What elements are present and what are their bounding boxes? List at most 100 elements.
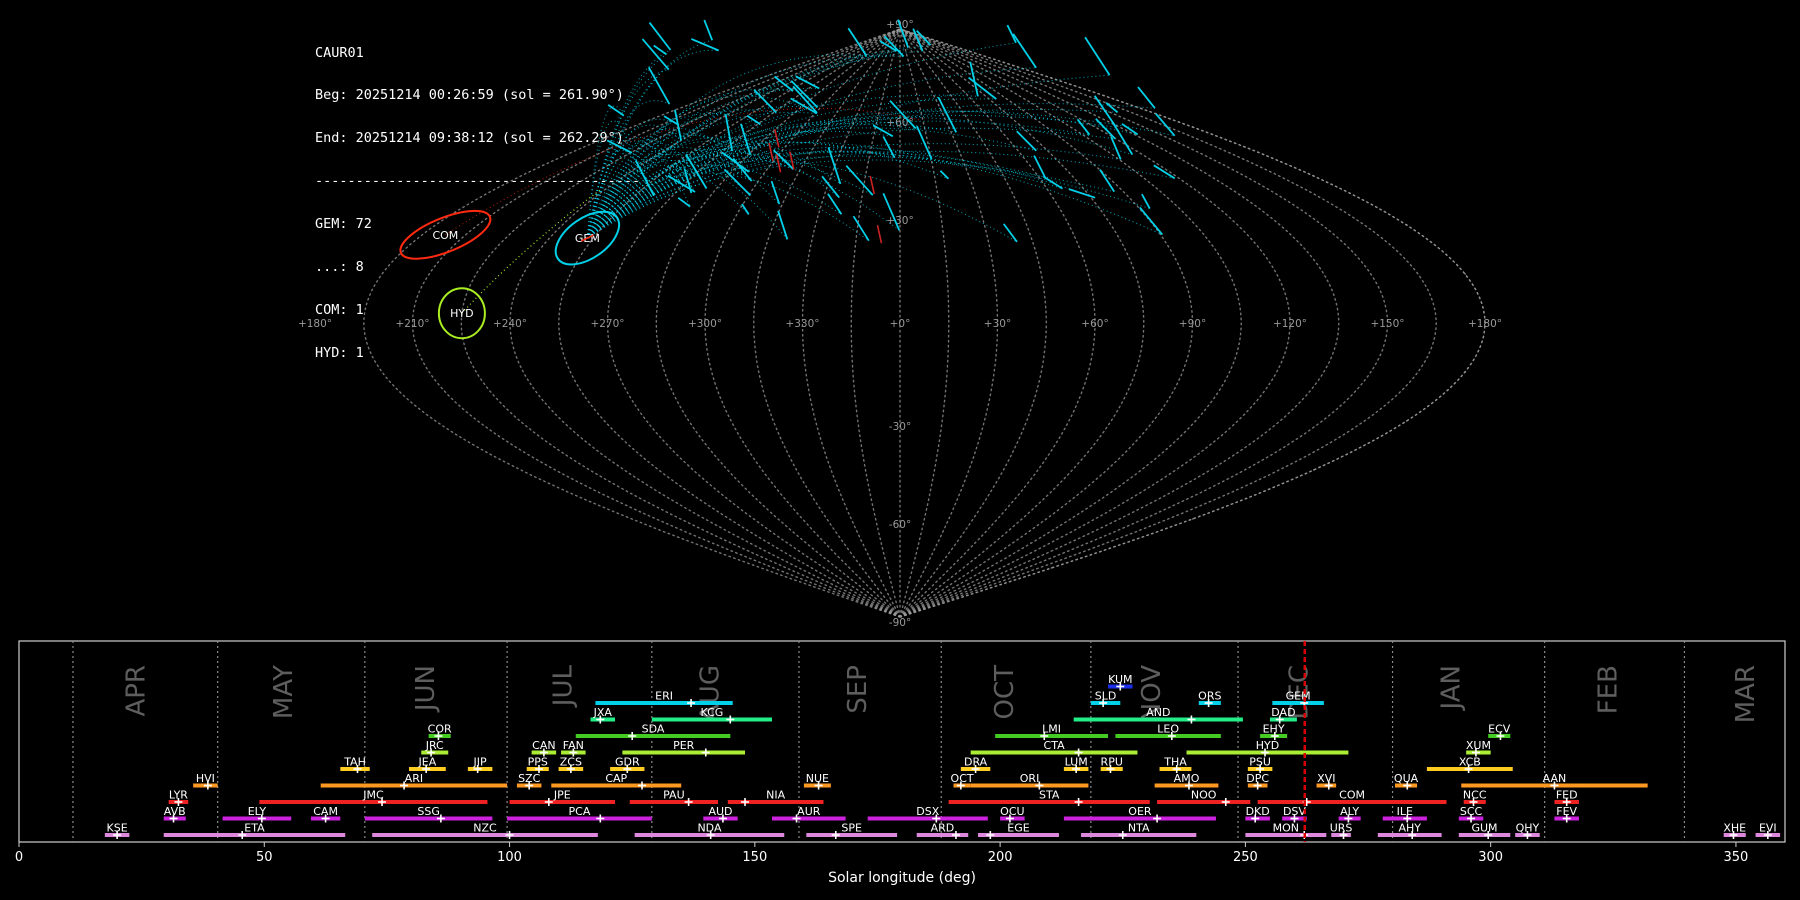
shower-label: NUE [806,772,829,785]
shower-label: SZC [518,772,541,785]
month-label: FEB [1593,665,1623,714]
shower-label: FEV [1556,805,1577,818]
shower-label: JPE [553,789,571,802]
shower-label: HYD [1256,739,1279,752]
shower-label: DRA [964,756,988,769]
shower-label: HVI [196,772,215,785]
shower-label: XVI [1317,772,1335,785]
shower-label: RPU [1101,756,1123,769]
shower-label: LYR [169,789,188,802]
x-tick-label: 250 [1233,850,1258,865]
shower-label: CAP [605,772,627,785]
month-label: MAR [1731,665,1761,723]
shower-label: KUM [1108,673,1132,686]
shower-label: COM [1339,789,1365,802]
month-label: SEP [843,665,873,714]
shower-label: TAH [343,756,366,769]
shower-label: JXA [593,706,613,719]
shower-label: LUM [1065,756,1088,769]
shower-label: JMC [362,789,384,802]
shower-label: DSV [1283,805,1306,818]
shower-timeline: APR MAY JUN JUL AUG SEP OCT NOV DEC JAN FEB MARKUME… [15,640,1786,886]
shower-label: DSX [916,805,939,818]
shower-label: NCC [1463,789,1487,802]
month-label: JAN [1436,665,1466,711]
shower-label: SSG [417,805,440,818]
shower-label: AND [1146,706,1170,719]
shower-label: SDA [642,723,665,736]
x-tick-label: 0 [15,850,23,865]
month-label: JUN [411,665,441,713]
shower-label: PSU [1249,756,1271,769]
x-tick-label: 200 [988,850,1013,865]
shower-label: ELY [248,805,267,818]
shower-label: LEO [1157,723,1179,736]
x-tick-label: 300 [1478,850,1503,865]
x-tick-label: 50 [256,850,273,865]
shower-label: NZC [473,822,497,835]
shower-label: NOO [1191,789,1217,802]
shower-label: SCC [1460,805,1483,818]
shower-label: ETA [244,822,265,835]
shower-label: KCG [700,706,723,719]
shower-label: OCT [951,772,974,785]
shower-label: CAN [532,739,555,752]
shower-label: AUR [797,805,821,818]
shower-label: NTA [1128,822,1150,835]
shower-label: CTA [1044,739,1066,752]
x-tick-label: 350 [1724,850,1749,865]
shower-label: PCA [569,805,591,818]
shower-label: AUD [708,805,732,818]
shower-label: JIP [473,756,487,769]
shower-label: ERI [655,690,673,703]
shower-label: NDA [697,822,722,835]
shower-label: DKD [1246,805,1270,818]
shower-label: DPC [1246,772,1269,785]
shower-label: PER [673,739,695,752]
shower-label: CAM [313,805,338,818]
shower-label: OCU [1000,805,1024,818]
shower-label: SLD [1095,690,1117,703]
shower-label: GEM [1286,690,1311,703]
shower-label: FAN [563,739,584,752]
shower-label: PAU [663,789,685,802]
shower-label: GUM [1471,822,1497,835]
shower-label: SPE [841,822,862,835]
shower-label: XHE [1723,822,1746,835]
shower-label: NIA [766,789,785,802]
shower-label: COR [428,723,452,736]
shower-label: KSE [107,822,128,835]
shower-label: JEA [418,756,437,769]
shower-label: ORI [1020,772,1040,785]
shower-label: QUA [1394,772,1419,785]
shower-label: STA [1039,789,1060,802]
shower-label: FED [1556,789,1578,802]
shower-label: GDR [615,756,640,769]
shower-label: MON [1273,822,1299,835]
shower-label: THA [1163,756,1187,769]
month-label: APR [122,665,152,717]
shower-label: JRC [425,739,444,752]
shower-label: ALY [1340,805,1359,818]
shower-label: EVI [1759,822,1777,835]
shower-label: AVB [164,805,186,818]
shower-label: ILE [1397,805,1413,818]
shower-label: OER [1128,805,1152,818]
shower-label: PPS [528,756,548,769]
month-label: JUL [549,664,579,708]
shower-label: ZCS [560,756,582,769]
shower-label: EHY [1263,723,1285,736]
shower-label: XUM [1466,739,1491,752]
shower-label: ARI [405,772,423,785]
shower-label: XCB [1459,756,1481,769]
shower-label: ARD [931,822,955,835]
shower-label: ORS [1198,690,1221,703]
shower-label: ECV [1488,723,1511,736]
shower-label: QHY [1516,822,1540,835]
x-tick-label: 100 [497,850,522,865]
shower-label: URS [1330,822,1353,835]
month-label: MAY [269,665,299,719]
shower-label: AHY [1398,822,1421,835]
shower-label: EGE [1007,822,1029,835]
x-tick-label: 150 [742,850,767,865]
